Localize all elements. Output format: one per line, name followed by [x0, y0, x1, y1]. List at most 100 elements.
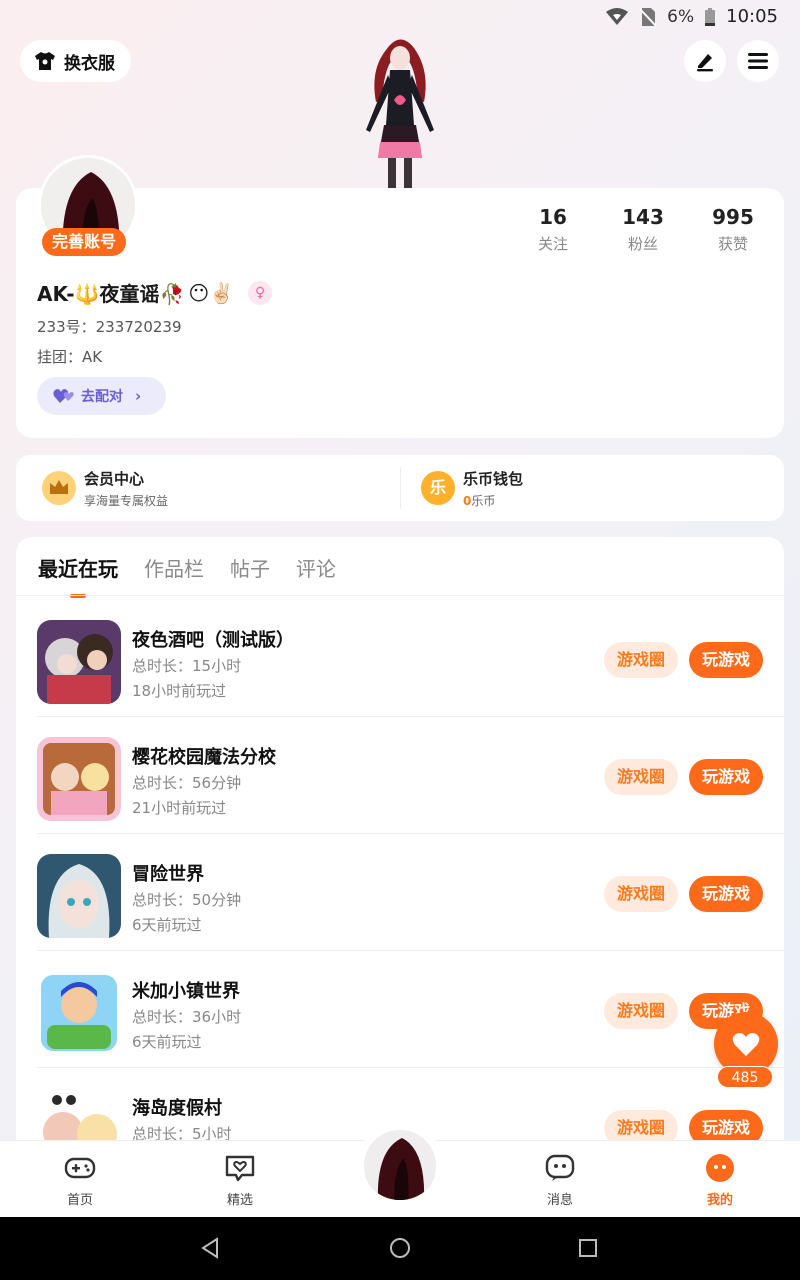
vip-wallet-card: 会员中心 享海量专属权益 乐 乐币钱包 0乐币 — [16, 455, 784, 521]
game-name: 夜色酒吧（测试版） — [132, 630, 294, 651]
lecoin-icon: 乐 — [421, 471, 455, 505]
stat-fans-label: 粉丝 — [627, 235, 658, 253]
username-text: AK-🔱夜童谣🥀 — [37, 282, 185, 306]
shirt-icon — [35, 52, 55, 70]
game-duration: 总时长：56分钟 — [132, 774, 242, 792]
nav-messages-label: 消息 — [546, 1193, 573, 1208]
play-game-button[interactable]: 玩游戏 — [689, 642, 763, 678]
game-name: 樱花校园魔法分校 — [132, 747, 276, 768]
tab-posts[interactable]: 帖子 — [230, 553, 270, 582]
game-row[interactable]: 樱花校园魔法分校 总时长：56分钟 21小时前玩过 游戏圈 玩游戏 — [16, 717, 784, 834]
stat-fans[interactable]: 143 粉丝 — [598, 205, 688, 254]
game-name: 冒险世界 — [132, 864, 204, 885]
game-circle-button[interactable]: 游戏圈 — [604, 759, 678, 795]
character-illustration — [366, 39, 434, 188]
profile-tabs: 最近在玩 作品栏 帖子 评论 — [38, 553, 336, 598]
pencil-icon — [697, 54, 713, 72]
game-last-played: 6天前玩过 — [132, 916, 202, 934]
game-name: 海岛度假村 — [132, 1098, 222, 1119]
pair-button[interactable]: 去配对 › — [37, 377, 166, 415]
pair-label: 去配对 — [81, 389, 123, 405]
hearts-icon — [53, 389, 74, 403]
profile-stats: 16 关注 143 粉丝 995 获赞 — [508, 205, 780, 254]
menu-button[interactable] — [737, 40, 779, 82]
nav-profile-label: 我的 — [706, 1193, 733, 1208]
battery-icon — [705, 7, 716, 26]
game-icon — [37, 620, 121, 704]
center-avatar-image — [364, 1130, 436, 1200]
chevron-right-icon: › — [135, 387, 142, 405]
game-duration: 总时长：36小时 — [132, 1008, 242, 1026]
stat-fans-count: 143 — [622, 205, 664, 229]
username-emoji: 😶✌🏻 — [188, 280, 235, 305]
game-last-played: 21小时前玩过 — [132, 799, 227, 817]
game-circle-button[interactable]: 游戏圈 — [604, 642, 678, 678]
tab-recent[interactable]: 最近在玩 — [38, 553, 118, 598]
avatar-character-figure[interactable] — [348, 30, 452, 190]
status-bar: 6% 10:05 — [0, 0, 800, 34]
stat-following[interactable]: 16 关注 — [508, 205, 598, 254]
edit-button[interactable] — [684, 40, 726, 82]
username: AK-🔱夜童谣🥀 😶✌🏻 ♀ — [37, 278, 273, 307]
wallet-balance: 0乐币 — [463, 492, 523, 509]
hamburger-icon — [748, 53, 768, 69]
game-row[interactable]: 米加小镇世界 总时长：36小时 6天前玩过 游戏圈 玩游戏 — [16, 951, 784, 1068]
game-icon — [37, 737, 121, 821]
change-outfit-label: 换衣服 — [64, 53, 115, 74]
back-icon[interactable] — [200, 1237, 222, 1259]
guild-label: 挂团：AK — [37, 348, 103, 366]
nav-featured[interactable]: 精选 — [200, 1151, 280, 1208]
stat-likes[interactable]: 995 获赞 — [688, 205, 778, 254]
game-last-played: 6天前玩过 — [132, 1033, 202, 1051]
profile-face-icon — [706, 1154, 734, 1182]
battery-percent: 6% — [667, 6, 695, 27]
recents-icon[interactable] — [578, 1238, 598, 1258]
game-duration: 总时长：50分钟 — [132, 891, 242, 909]
game-last-played: 18小时前玩过 — [132, 682, 227, 700]
game-icon — [37, 854, 121, 938]
stat-likes-label: 获赞 — [717, 235, 748, 253]
game-duration: 总时长：15小时 — [132, 657, 242, 675]
stat-following-count: 16 — [539, 205, 567, 229]
change-outfit-button[interactable]: 换衣服 — [20, 40, 131, 82]
heart-chat-icon — [225, 1155, 255, 1182]
crown-icon — [42, 471, 76, 505]
wifi-icon — [606, 7, 629, 25]
clock: 10:05 — [726, 6, 778, 27]
tab-works[interactable]: 作品栏 — [144, 553, 204, 582]
home-circle-icon[interactable] — [389, 1237, 411, 1259]
nav-home[interactable]: 首页 — [40, 1151, 120, 1208]
complete-account-badge[interactable]: 完善账号 — [42, 228, 127, 256]
wallet-title: 乐币钱包 — [463, 469, 524, 488]
game-icon — [37, 971, 121, 1055]
message-icon — [545, 1154, 575, 1181]
game-row[interactable]: 夜色酒吧（测试版） 总时长：15小时 18小时前玩过 游戏圈 玩游戏 — [16, 600, 784, 717]
nav-profile[interactable]: 我的 — [680, 1151, 760, 1208]
recent-games-card: 最近在玩 作品栏 帖子 评论 夜色酒吧（测试版） 总时长：15小时 18小时前玩… — [16, 537, 784, 1157]
divider — [400, 467, 401, 509]
wallet-entry[interactable]: 乐 乐币钱包 0乐币 — [421, 455, 523, 521]
nav-home-label: 首页 — [66, 1193, 93, 1208]
nav-featured-label: 精选 — [226, 1193, 253, 1208]
like-count: 485 — [717, 1066, 773, 1088]
gamepad-icon — [64, 1157, 96, 1179]
stat-following-label: 关注 — [537, 235, 568, 253]
nav-center-avatar[interactable] — [360, 1120, 440, 1200]
wallet-unit: 乐币 — [471, 493, 496, 508]
member-center-sub: 享海量专属权益 — [84, 493, 169, 508]
game-circle-button[interactable]: 游戏圈 — [604, 993, 678, 1029]
play-game-button[interactable]: 玩游戏 — [689, 759, 763, 795]
female-gender-icon: ♀ — [248, 280, 273, 305]
play-game-button[interactable]: 玩游戏 — [689, 876, 763, 912]
tab-comments[interactable]: 评论 — [296, 553, 336, 582]
game-name: 米加小镇世界 — [132, 981, 240, 1002]
no-sim-icon — [639, 7, 657, 27]
game-circle-button[interactable]: 游戏圈 — [604, 876, 678, 912]
heart-icon — [732, 1033, 760, 1056]
nav-messages[interactable]: 消息 — [520, 1151, 600, 1208]
user-id: 233号：233720239 — [37, 318, 182, 336]
tabs-divider — [16, 595, 784, 596]
member-center-title: 会员中心 — [84, 469, 145, 488]
member-center-entry[interactable]: 会员中心 享海量专属权益 — [42, 455, 168, 521]
game-row[interactable]: 冒险世界 总时长：50分钟 6天前玩过 游戏圈 玩游戏 — [16, 834, 784, 951]
